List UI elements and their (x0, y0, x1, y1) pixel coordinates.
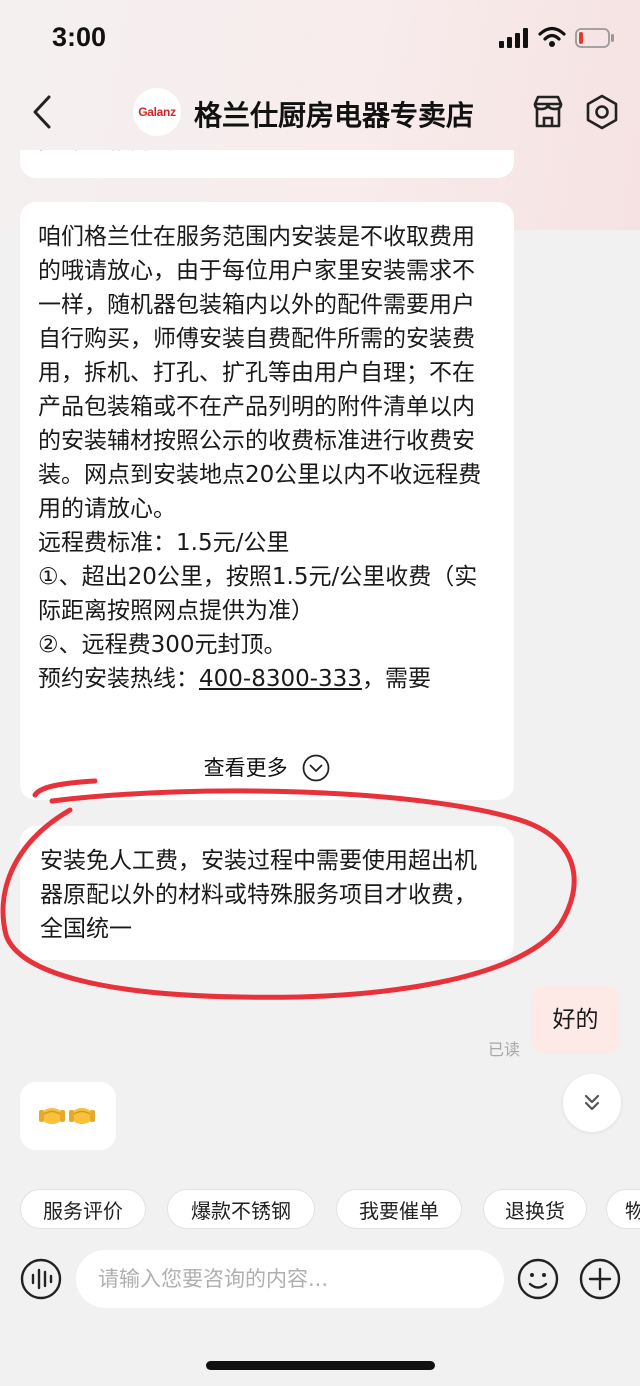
store-logo-text: Galanz (138, 105, 176, 119)
read-status: 已读 (488, 1040, 521, 1059)
quick-reply-chip[interactable]: 爆款不锈钢 (167, 1189, 315, 1229)
quick-reply-chip[interactable]: 物 (606, 1189, 640, 1229)
previous-message-text: 能为您服务的呢？ (38, 150, 222, 158)
shop-icon[interactable] (530, 94, 566, 130)
store-message-text: 咱们格兰仕在服务范围内安装是不收取费用的哦请放心，由于每位用户家里安装需求不一样… (38, 224, 482, 658)
hotline-row: 预约安装热线：400-8300-333，需要 (38, 662, 494, 696)
status-bar: 3:00 (0, 0, 640, 80)
status-time: 3:00 (52, 22, 107, 52)
quick-reply-chip[interactable]: 退换货 (483, 1189, 587, 1229)
store-logo[interactable]: Galanz (133, 88, 181, 136)
battery-icon (575, 28, 614, 48)
home-indicator (206, 1361, 435, 1370)
my-message-text: 好的 (552, 1007, 599, 1033)
voice-input-icon[interactable] (20, 1258, 62, 1300)
chat-area[interactable]: 能为您服务的呢？ 咱们格兰仕在服务范围内安装是不收取费用的哦请放心，由于每位用户… (0, 150, 640, 1180)
emoji-icon[interactable] (517, 1258, 559, 1300)
scroll-to-bottom-button[interactable] (563, 1074, 621, 1132)
store-message-bubble: 咱们格兰仕在服务范围内安装是不收取费用的哦请放心，由于每位用户家里安装需求不一样… (20, 202, 514, 800)
previous-message-bubble: 能为您服务的呢？ (20, 150, 514, 178)
add-icon[interactable] (579, 1258, 621, 1300)
back-icon[interactable] (30, 94, 54, 130)
hotline-number-link[interactable]: 400-8300-333 (199, 666, 362, 692)
quick-reply-chip[interactable]: 我要催单 (336, 1189, 462, 1229)
hotline-suffix: ，需要 (361, 666, 431, 692)
wifi-icon (538, 26, 566, 47)
hotline-label: 预约安装热线： (38, 666, 199, 692)
quick-reply-bar: 服务评价 爆款不锈钢 我要催单 退换货 物 (0, 1189, 640, 1229)
nav-bar: Galanz 格兰仕厨房电器专卖店 (0, 80, 640, 150)
quick-reply-chip[interactable]: 服务评价 (20, 1189, 146, 1229)
message-input[interactable] (76, 1250, 504, 1308)
store-name[interactable]: 格兰仕厨房电器专卖店 (194, 94, 474, 134)
hand-drawn-circle-annotation (0, 778, 577, 1000)
my-message-bubble: 好的 (531, 986, 620, 1054)
double-chevron-down-icon (584, 1094, 600, 1111)
settings-icon[interactable] (584, 94, 620, 130)
signal-icon (499, 28, 528, 48)
emoji-message-bubble (20, 1082, 116, 1150)
handshake-icon (39, 1108, 95, 1124)
